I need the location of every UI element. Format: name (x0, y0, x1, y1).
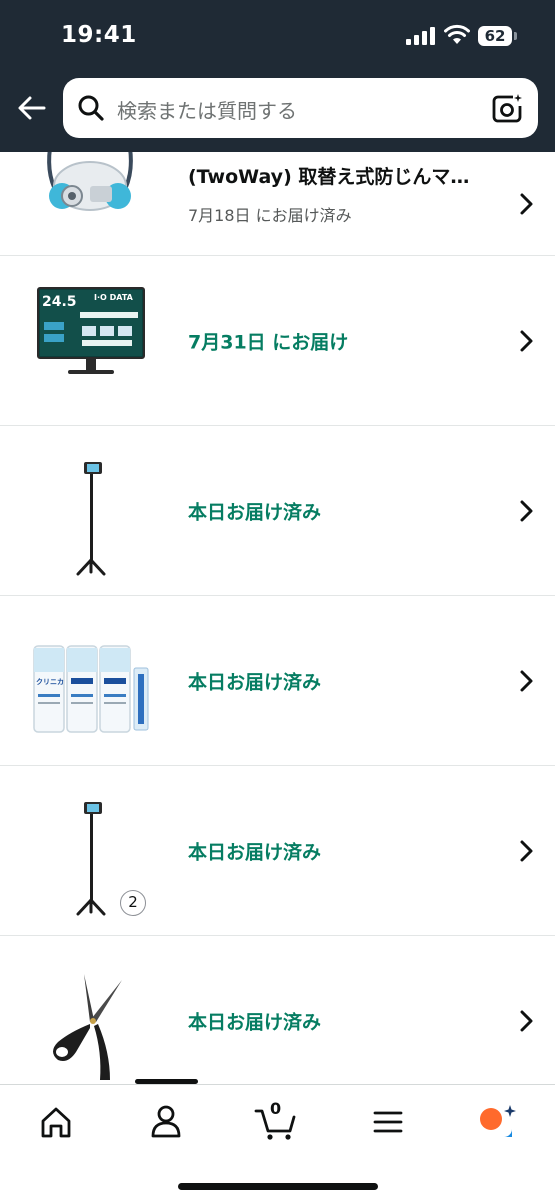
quantity-badge: 2 (120, 890, 146, 916)
search-icon (78, 95, 104, 121)
toothpaste-label: クリニカ (36, 677, 64, 686)
search-bar[interactable]: 検索または質問する (63, 78, 538, 138)
order-delivery-status: 7月18日 にお届け済み (188, 206, 352, 225)
cellular-signal-icon (406, 27, 436, 45)
chevron-right-icon (520, 330, 533, 351)
order-row[interactable]: 本日お届け済み (0, 936, 555, 1106)
order-row[interactable]: 24.5 I·O DATA 7月31日 にお届け (0, 256, 555, 426)
order-row[interactable]: 2 本日お届け済み (0, 766, 555, 936)
home-indicator (178, 1183, 378, 1190)
order-list: (TwoWay) 取替え式防じんマ… 7月18日 にお届け済み 24.5 I·O… (0, 139, 555, 1106)
cart-button[interactable]: 0 (248, 1099, 308, 1141)
chevron-right-icon (520, 193, 533, 214)
home-icon[interactable] (26, 1101, 86, 1141)
order-title: (TwoWay) 取替え式防じんマ… (188, 166, 470, 188)
monitor-image: 24.5 I·O DATA (37, 287, 145, 374)
rufus-icon[interactable] (468, 1101, 528, 1141)
scissors-image (53, 974, 122, 1080)
order-row[interactable]: (TwoWay) 取替え式防じんマ… 7月18日 にお届け済み (0, 139, 555, 256)
app-header: 19:41 62 検索または質問する (0, 0, 555, 152)
selfie-stick-tripod-image (76, 802, 106, 916)
order-delivery-status: 本日お届け済み (188, 501, 322, 523)
toothpaste-image: クリニカ (33, 645, 149, 733)
order-delivery-status: 本日お届け済み (188, 1011, 322, 1033)
bottom-navigation: 0 (0, 1079, 555, 1201)
cart-count: 0 (270, 1099, 282, 1118)
monitor-size-label: 24.5 (42, 294, 77, 310)
monitor-brand-label: I·O DATA (94, 293, 134, 302)
camera-lens-icon[interactable] (491, 92, 523, 124)
battery-nub (514, 32, 517, 40)
order-row[interactable]: クリニカ 本日お届け済み (0, 596, 555, 766)
search-input[interactable]: 検索または質問する (117, 95, 297, 124)
chevron-right-icon (520, 1010, 533, 1031)
chevron-right-icon (520, 670, 533, 691)
order-delivery-status: 本日お届け済み (188, 671, 322, 693)
chevron-right-icon (520, 840, 533, 861)
battery-indicator: 62 (478, 26, 512, 46)
status-time: 19:41 (61, 22, 137, 48)
chevron-right-icon (520, 500, 533, 521)
selfie-stick-tripod-image (76, 462, 106, 576)
order-delivery-status: 7月31日 にお届け (188, 331, 349, 353)
wifi-icon (444, 24, 470, 44)
active-tab-indicator (135, 1079, 198, 1084)
order-delivery-status: 本日お届け済み (188, 841, 322, 863)
back-arrow-icon[interactable] (16, 92, 48, 124)
menu-icon[interactable] (358, 1101, 418, 1141)
order-row[interactable]: 本日お届け済み (0, 426, 555, 596)
account-icon[interactable] (136, 1101, 196, 1141)
